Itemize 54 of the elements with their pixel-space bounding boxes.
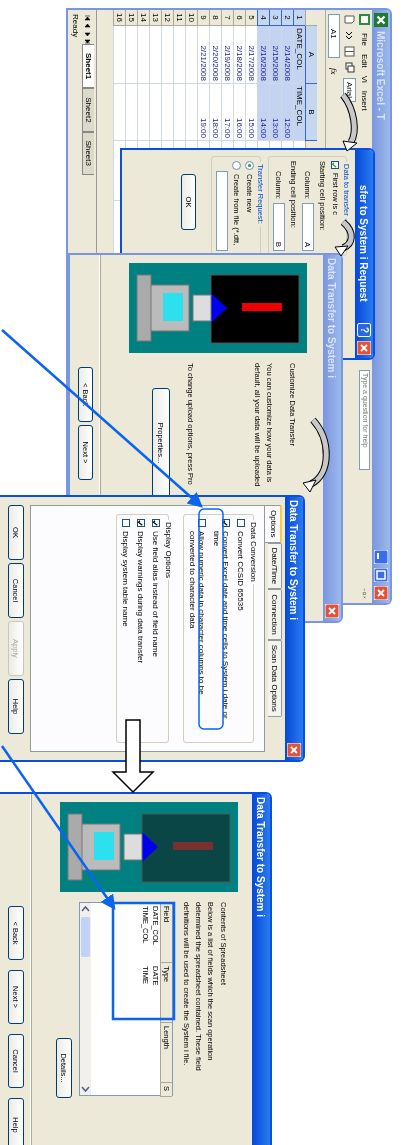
table-cell: 17:00	[221, 84, 233, 141]
checkbox[interactable]	[237, 519, 245, 527]
checkbox[interactable]	[137, 519, 145, 527]
table-cell: 2/17/2008	[245, 26, 257, 84]
table-cell: 2/18/2008	[233, 26, 245, 84]
group-title: Display Options	[164, 520, 173, 581]
table-cell: TIME_COL	[293, 84, 305, 141]
checkbox[interactable]	[331, 161, 340, 169]
checkbox[interactable]	[152, 519, 160, 527]
table-cell: 2/16/2008	[257, 26, 269, 84]
table-cell: 2/19/2008	[221, 26, 233, 84]
table-cell: 16:00	[233, 84, 245, 141]
checkbox-label: Display system table name	[121, 531, 130, 627]
window-title: Data Transfer to System i	[326, 258, 338, 379]
table-cell: 2/15/2008	[269, 26, 281, 84]
tab[interactable]: Options	[265, 505, 282, 543]
checkbox-label: Use field alias instead of field name	[151, 531, 160, 657]
close-icon[interactable]	[357, 341, 371, 355]
close-icon[interactable]	[287, 743, 301, 757]
spreadsheet-icon	[374, 13, 388, 27]
window-title: sfer to System i Request	[358, 185, 370, 302]
table-cell: 15:00	[245, 84, 257, 141]
table-cell: 2/21/2008	[197, 26, 209, 84]
radio-button[interactable]	[232, 161, 241, 170]
tab[interactable]: Date/Time	[268, 542, 282, 590]
checkbox[interactable]	[198, 519, 206, 527]
scrollbar[interactable]	[80, 903, 91, 1095]
table-cell: 12:00	[281, 84, 293, 141]
formula-label: fx	[329, 68, 339, 75]
checkbox[interactable]	[122, 519, 130, 527]
tab[interactable]: Connection	[268, 589, 282, 640]
checkbox-label: Convert CCSID 65535	[236, 531, 245, 611]
tab[interactable]: Scan Data Options	[268, 639, 282, 717]
table-cell: 18:00	[209, 84, 221, 141]
table-cell: 13:00	[269, 84, 281, 141]
window-title: Data Transfer to System i	[288, 500, 300, 621]
table-cell: 2/14/2008	[281, 26, 293, 84]
status-text: Ready	[70, 13, 81, 40]
checkbox-label: Display warnings during data transfer	[136, 531, 145, 664]
file-field[interactable]	[216, 171, 228, 251]
table-cell: 2/20/2008	[209, 26, 221, 84]
table-cell: 19:00	[197, 84, 209, 141]
radio-button[interactable]	[245, 161, 254, 170]
table-cell: DATE_COL	[293, 26, 305, 84]
help-button[interactable]: ?	[357, 323, 371, 337]
empty-cell	[113, 84, 125, 141]
checkbox-label: Convert Excel date and time cells to System i date or time	[212, 531, 230, 721]
group-title: Data Conversion	[249, 520, 258, 584]
scroll-thumb[interactable]	[81, 917, 90, 957]
window-title: Microsoft Excel - T	[375, 31, 387, 120]
table-cell: 14:00	[257, 84, 269, 141]
window-title: Data Transfer to System i	[255, 797, 267, 918]
checkbox-label: Allow numeric data in character columns to be converted to character data	[188, 531, 206, 697]
checkbox[interactable]	[222, 519, 230, 527]
